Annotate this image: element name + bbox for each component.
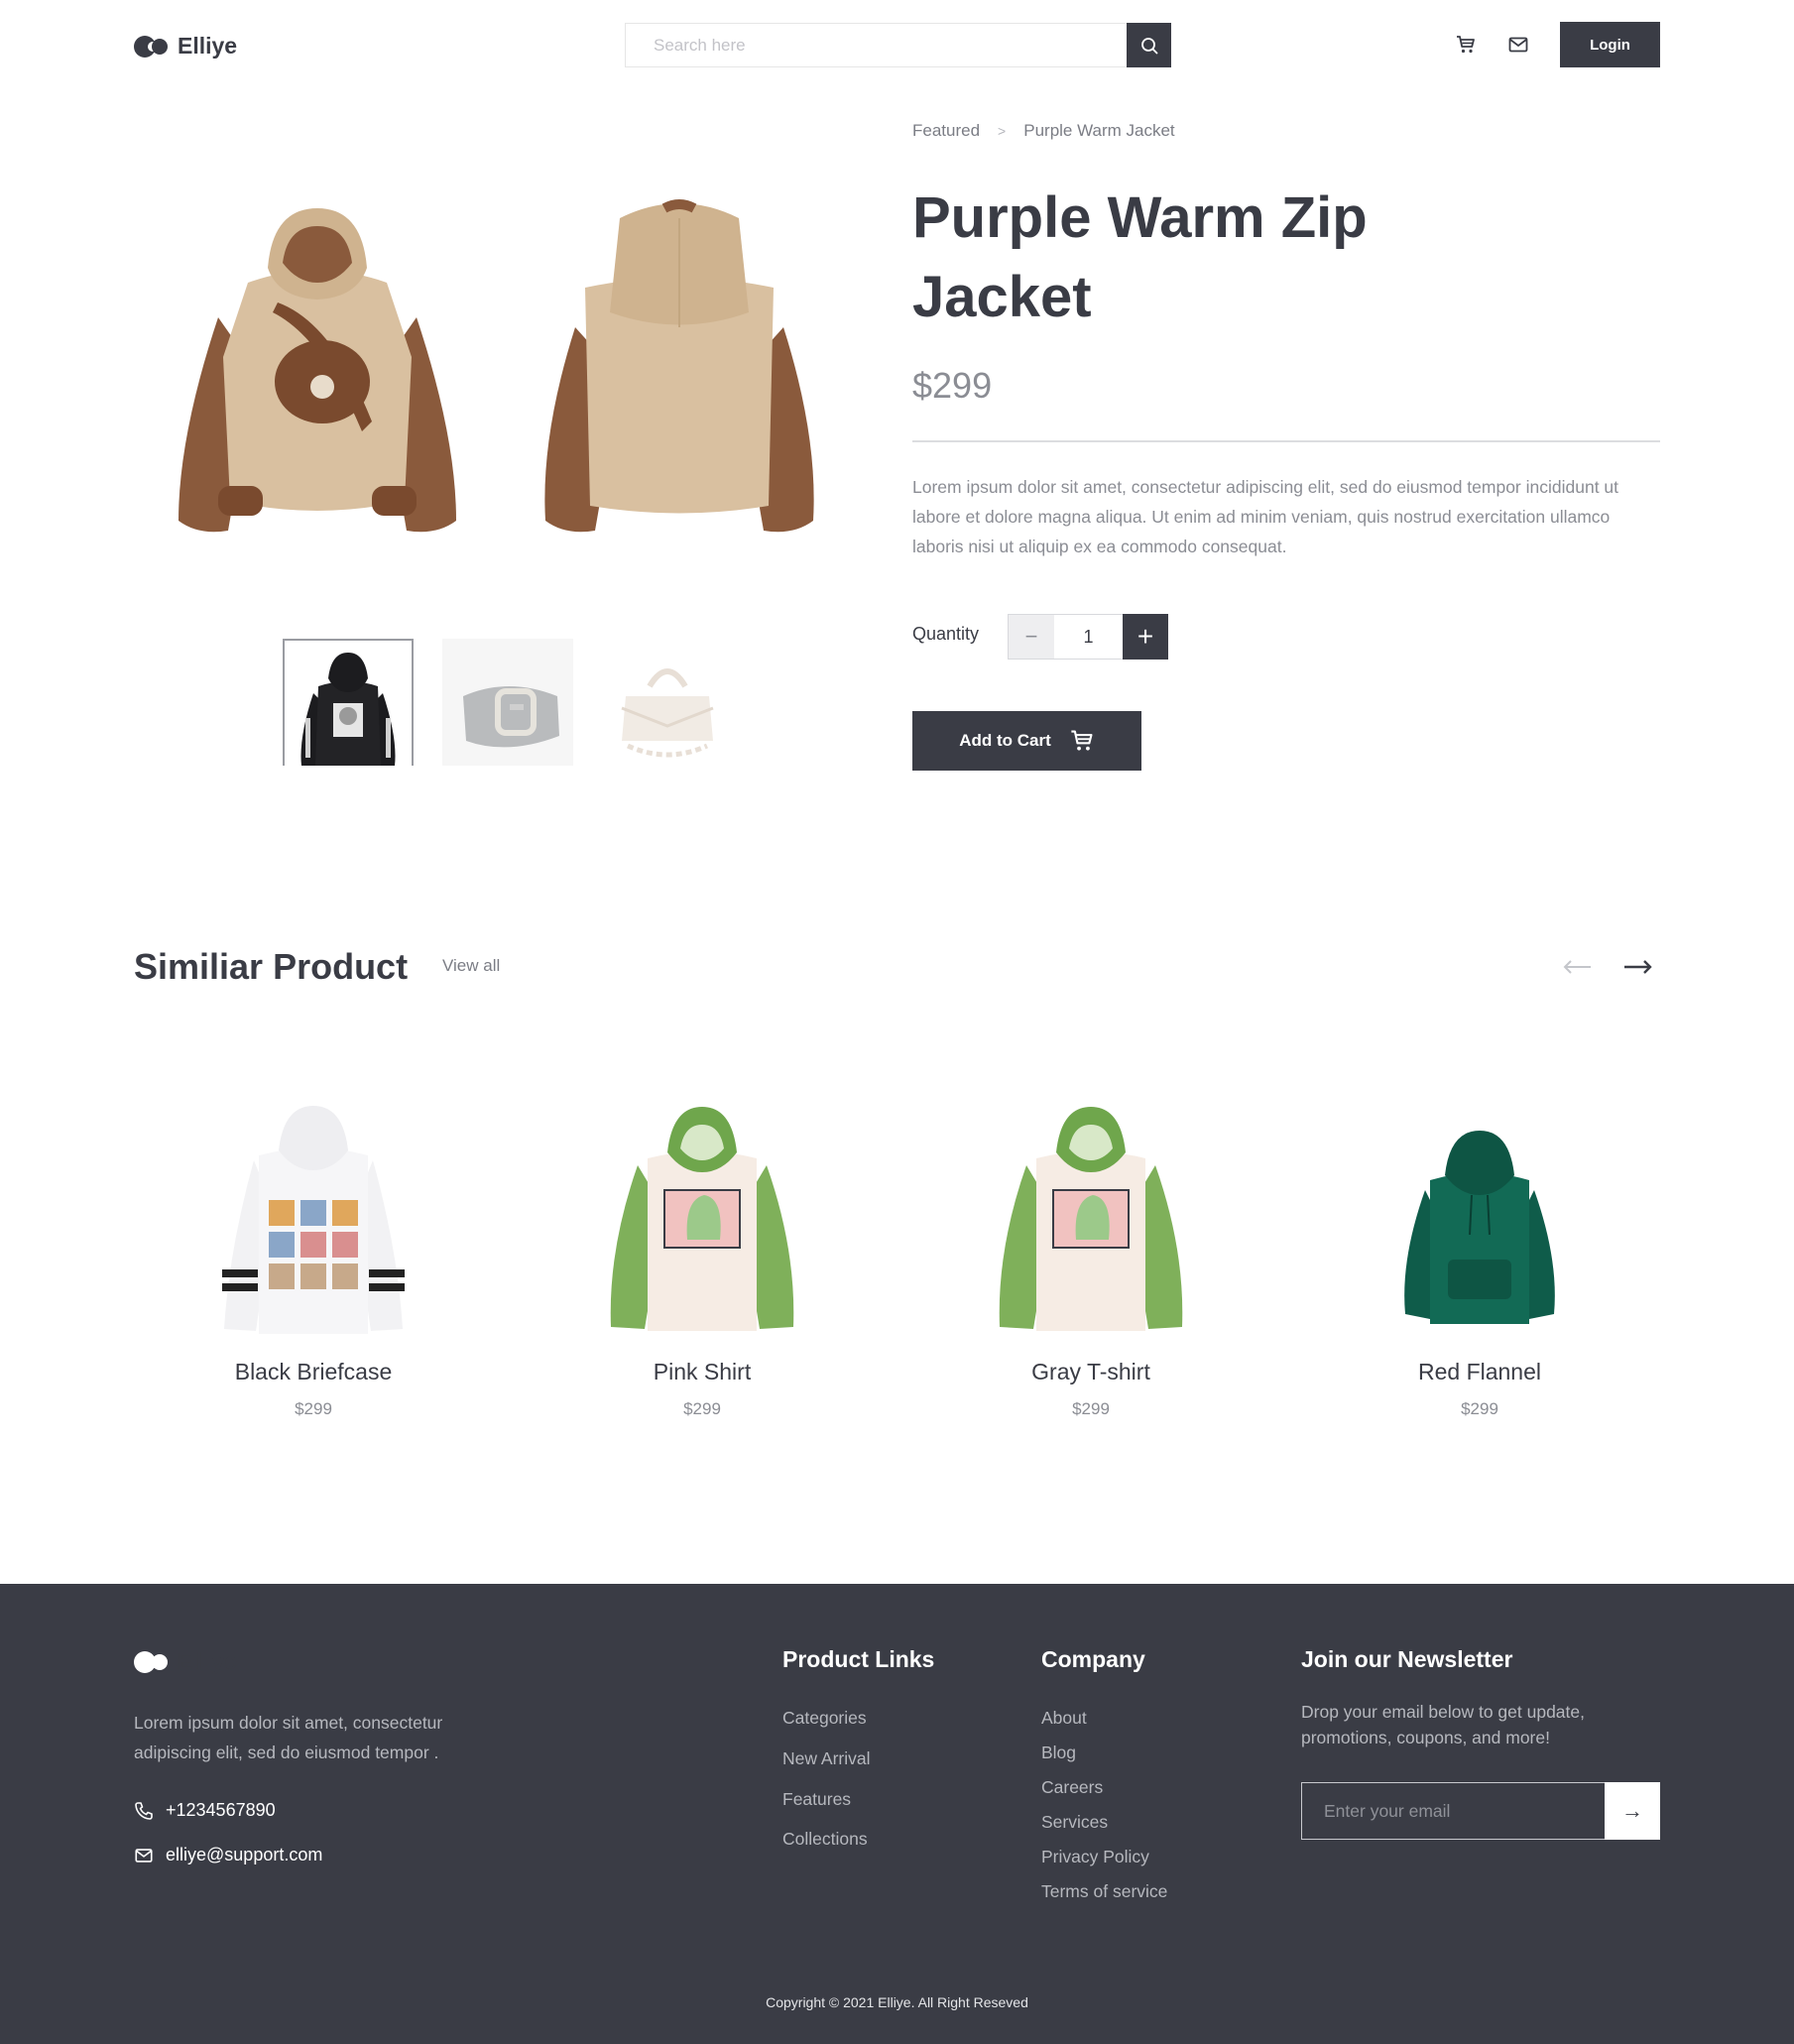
newsletter-email-input[interactable]: [1302, 1783, 1605, 1839]
product-card[interactable]: Red Flannel $299: [1331, 1091, 1628, 1419]
newsletter-heading: Join our Newsletter: [1301, 1646, 1513, 1672]
phone-icon: [135, 1801, 153, 1820]
product-card-price: $299: [683, 1399, 721, 1418]
quantity-decrease-button[interactable]: −: [1009, 615, 1054, 659]
product-links-heading: Product Links: [782, 1646, 935, 1672]
product-card[interactable]: Gray T-shirt $299: [942, 1091, 1240, 1419]
product-card-name: Red Flannel: [1417, 1359, 1542, 1384]
product-card-price: $299: [1072, 1399, 1110, 1418]
thumbnail-belt[interactable]: [442, 639, 573, 766]
footer-link-about[interactable]: About: [1041, 1708, 1087, 1729]
product-card[interactable]: Pink Shirt $299: [553, 1091, 851, 1419]
footer-link-categories[interactable]: Categories: [782, 1708, 867, 1729]
search-icon: [1140, 37, 1157, 54]
logo-icon: [134, 1650, 168, 1673]
newsletter-form: →: [1301, 1782, 1660, 1840]
arrow-right-icon: [1624, 960, 1652, 974]
product-description: Lorem ipsum dolor sit amet, consectetur …: [912, 477, 1619, 556]
breadcrumb-featured[interactable]: Featured: [912, 121, 980, 141]
cart-button[interactable]: [1453, 32, 1479, 58]
thumbnail-bag[interactable]: [602, 639, 733, 766]
product-card-name: Black Briefcase: [234, 1359, 393, 1384]
footer-link-collections[interactable]: Collections: [782, 1829, 868, 1850]
quantity-stepper: − 1 +: [1008, 614, 1168, 660]
footer-link-privacy[interactable]: Privacy Policy: [1041, 1847, 1149, 1867]
product-card-image: [942, 1091, 1240, 1339]
arrow-left-icon: [1563, 960, 1591, 974]
thumbnail-image: [300, 653, 396, 766]
chevron-right-icon: >: [998, 123, 1007, 139]
product-card-price: $299: [1461, 1399, 1498, 1418]
divider: [912, 440, 1660, 442]
breadcrumb-current: Purple Warm Jacket: [1023, 121, 1175, 140]
brand-logo[interactable]: Elliye: [134, 33, 237, 60]
thumbnail-image: [621, 668, 714, 758]
mail-button[interactable]: [1505, 32, 1531, 58]
add-to-cart-button[interactable]: Add to Cart: [912, 711, 1141, 771]
search-bar: [625, 23, 1171, 67]
footer-description: Lorem ipsum dolor sit amet, consectetur …: [134, 1713, 443, 1762]
mail-icon: [135, 1848, 153, 1863]
footer-email-text: elliye@support.com: [166, 1845, 323, 1864]
search-input[interactable]: [626, 24, 1127, 66]
search-button[interactable]: [1127, 23, 1171, 67]
logo-icon: [134, 35, 168, 58]
brand-name: Elliye: [178, 33, 238, 59]
thumbnail-image: [463, 686, 559, 748]
cart-icon: [1457, 36, 1475, 54]
mail-icon: [1508, 37, 1528, 53]
product-card[interactable]: Black Briefcase $299: [165, 1091, 462, 1419]
add-to-cart-label: Add to Cart: [959, 731, 1051, 750]
quantity-label: Quantity: [912, 624, 980, 644]
footer-email[interactable]: elliye@support.com: [134, 1845, 322, 1865]
cart-icon: [1071, 730, 1093, 751]
thumbnail-hoodie[interactable]: [283, 639, 414, 766]
footer-phone[interactable]: +1234567890: [134, 1800, 276, 1821]
newsletter-text: Drop your email below to get update, pro…: [1301, 1702, 1585, 1747]
product-card-name: Pink Shirt: [653, 1359, 752, 1384]
product-price: $299: [912, 365, 993, 406]
copyright: Copyright © 2021 Elliye. All Right Resev…: [766, 1994, 1028, 2010]
product-card-image: [165, 1091, 462, 1339]
footer-link-new-arrival[interactable]: New Arrival: [782, 1748, 871, 1769]
view-all-link[interactable]: View all: [442, 956, 500, 976]
breadcrumb: Featured > Purple Warm Jacket: [912, 121, 1175, 141]
newsletter-submit-button[interactable]: →: [1605, 1782, 1660, 1840]
footer-link-careers[interactable]: Careers: [1041, 1777, 1103, 1798]
similar-products-title: Similiar Product: [134, 946, 409, 987]
footer-link-features[interactable]: Features: [782, 1789, 851, 1810]
quantity-value[interactable]: 1: [1054, 615, 1123, 659]
company-heading: Company: [1041, 1646, 1145, 1672]
product-main-image: [159, 188, 853, 565]
quantity-increase-button[interactable]: +: [1123, 614, 1168, 660]
footer-brand-name: Elliye: [178, 1648, 238, 1674]
footer-link-blog[interactable]: Blog: [1041, 1743, 1076, 1763]
footer-brand-logo[interactable]: Elliye: [134, 1648, 237, 1675]
carousel-next-button[interactable]: [1619, 952, 1655, 982]
footer-phone-text: +1234567890: [166, 1800, 276, 1820]
carousel-prev-button[interactable]: [1560, 952, 1596, 982]
product-card-image: [1331, 1091, 1628, 1339]
product-card-image: [553, 1091, 851, 1339]
product-card-price: $299: [295, 1399, 332, 1418]
product-title: Purple Warm Zip Jacket: [912, 185, 1368, 329]
footer-link-services[interactable]: Services: [1041, 1812, 1108, 1833]
product-card-name: Gray T-shirt: [1031, 1359, 1150, 1384]
footer-link-terms[interactable]: Terms of service: [1041, 1881, 1167, 1902]
login-button[interactable]: Login: [1560, 22, 1660, 67]
